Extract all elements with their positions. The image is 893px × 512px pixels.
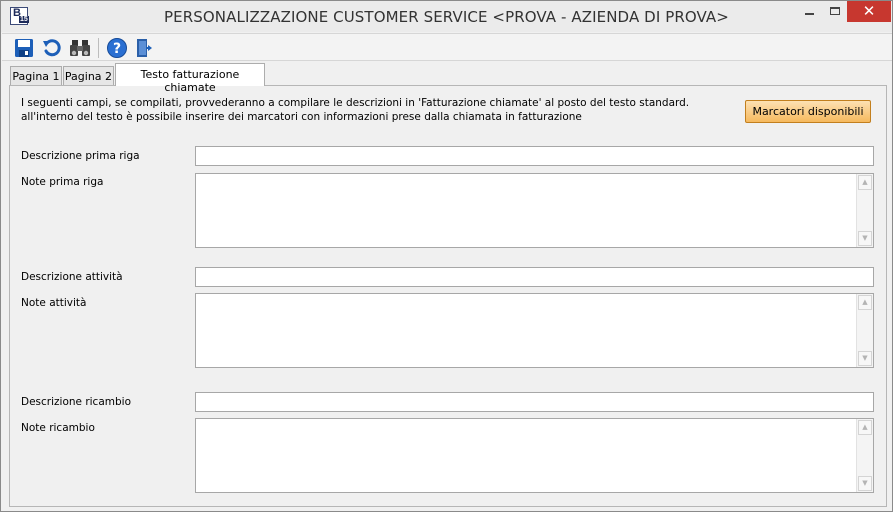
note-first-row-label: Note prima riga [21,176,104,188]
help-icon: ? [107,38,127,58]
maximize-button[interactable] [822,1,848,22]
close-icon: ✕ [862,2,876,20]
intro-text-line2: all'interno del testo è possibile inseri… [21,111,582,123]
svg-text:?: ? [113,41,121,57]
title-bar[interactable]: B 15 PERSONALIZZAZIONE CUSTOMER SERVICE … [1,1,892,32]
available-markers-button[interactable]: Marcatori disponibili [745,100,871,123]
note-activity-textarea[interactable]: ▲ ▼ [195,293,874,368]
maximize-icon [830,7,840,15]
search-button[interactable] [69,37,91,59]
toolbar-separator [98,38,99,58]
desc-first-row-label: Descrizione prima riga [21,150,140,162]
scroll-down-icon[interactable]: ▼ [858,231,872,246]
note-activity-scrollbar[interactable]: ▲ ▼ [856,294,873,367]
minimize-button[interactable] [796,1,822,22]
help-button[interactable]: ? [106,37,128,59]
binoculars-icon [70,40,90,56]
desc-first-row-input[interactable] [195,146,874,166]
minimize-icon [805,13,814,15]
undo-icon [43,39,61,57]
scroll-up-icon[interactable]: ▲ [858,420,872,435]
main-window: B 15 PERSONALIZZAZIONE CUSTOMER SERVICE … [0,0,893,512]
note-first-row-textarea[interactable]: ▲ ▼ [195,173,874,248]
tab-pagina-1[interactable]: Pagina 1 [10,66,62,86]
toolbar: ? [2,33,892,61]
exit-door-icon [137,39,152,57]
intro-text-line1: I seguenti campi, se compilati, provvede… [21,97,690,109]
tab-panel: I seguenti campi, se compilati, provvede… [9,85,887,507]
scroll-up-icon[interactable]: ▲ [858,295,872,310]
tab-testo-fatturazione[interactable]: Testo fatturazione chiamate [115,63,265,94]
note-first-row-scrollbar[interactable]: ▲ ▼ [856,174,873,247]
desc-activity-label: Descrizione attività [21,271,123,283]
exit-button[interactable] [134,37,156,59]
close-button[interactable]: ✕ [847,1,891,22]
window-title: PERSONALIZZAZIONE CUSTOMER SERVICE <PROV… [164,8,729,26]
save-icon [15,39,33,57]
desc-spare-input[interactable] [195,392,874,412]
note-spare-label: Note ricambio [21,422,95,434]
scroll-down-icon[interactable]: ▼ [858,476,872,491]
scroll-down-icon[interactable]: ▼ [858,351,872,366]
save-button[interactable] [13,37,35,59]
tab-pagina-2[interactable]: Pagina 2 [63,66,114,86]
note-spare-scrollbar[interactable]: ▲ ▼ [856,419,873,492]
note-spare-textarea[interactable]: ▲ ▼ [195,418,874,493]
undo-button[interactable] [41,37,63,59]
desc-spare-label: Descrizione ricambio [21,396,132,408]
scroll-up-icon[interactable]: ▲ [858,175,872,190]
tab-strip: Pagina 1 Pagina 2 Testo fatturazione chi… [1,63,892,94]
note-activity-label: Note attività [21,297,87,309]
desc-activity-input[interactable] [195,267,874,287]
